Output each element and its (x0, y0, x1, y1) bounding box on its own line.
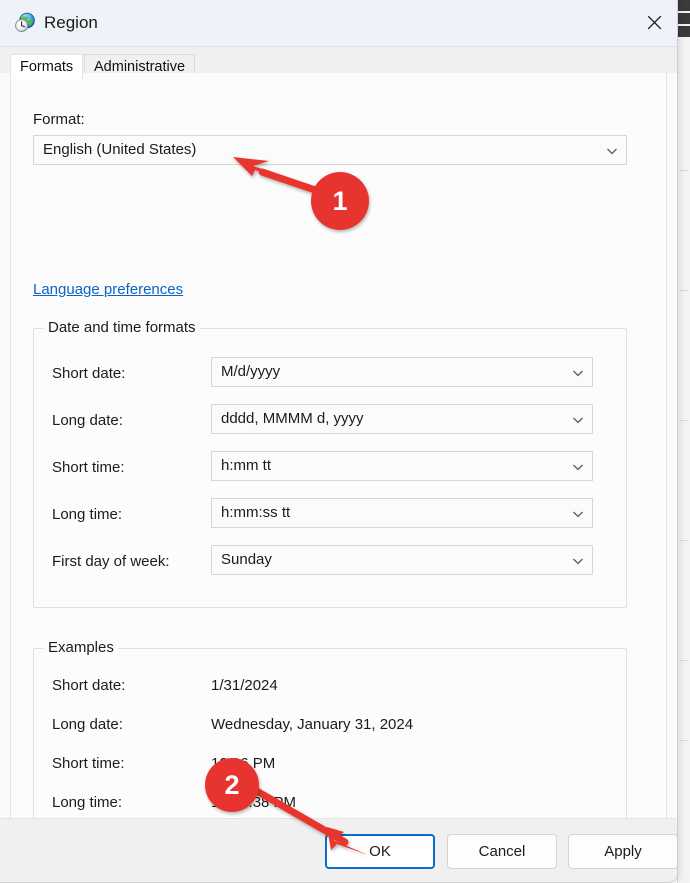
first-day-of-week-label: First day of week: (52, 553, 170, 570)
long-time-label: Long time: (52, 506, 122, 523)
background-window-divider (680, 540, 688, 541)
close-icon[interactable] (631, 0, 677, 45)
formats-tab-page: Format: English (United States) Language… (10, 73, 667, 819)
language-preferences-link[interactable]: Language preferences (33, 281, 183, 298)
window-title: Region (44, 12, 98, 34)
format-combobox-value: English (United States) (43, 136, 196, 164)
title-bar: Region (0, 0, 677, 47)
format-label: Format: (33, 111, 85, 128)
short-time-combobox[interactable]: h:mm tt (211, 451, 593, 481)
background-window-divider (680, 420, 688, 421)
example-long-date-label: Long date: (52, 716, 123, 733)
chevron-down-icon (572, 460, 584, 472)
background-window-titlebar (678, 0, 690, 11)
background-window-divider (680, 740, 688, 741)
short-date-value: M/d/yyyy (221, 358, 280, 386)
long-time-value: h:mm:ss tt (221, 499, 290, 527)
tab-strip: Formats Administrative (0, 47, 677, 73)
background-window-edge (677, 0, 690, 883)
example-short-time-value: 12:06 PM (211, 755, 275, 772)
example-short-date-value: 1/31/2024 (211, 677, 278, 694)
tab-formats[interactable]: Formats (10, 54, 83, 80)
short-date-label: Short date: (52, 365, 125, 382)
background-window-divider (680, 660, 688, 661)
examples-group-title: Examples (44, 639, 118, 656)
short-time-value: h:mm tt (221, 452, 271, 480)
long-date-combobox[interactable]: dddd, MMMM d, yyyy (211, 404, 593, 434)
example-long-time-value: 12:06:38 PM (211, 794, 296, 811)
long-time-combobox[interactable]: h:mm:ss tt (211, 498, 593, 528)
chevron-down-icon (606, 144, 618, 156)
apply-button[interactable]: Apply (568, 834, 678, 869)
short-time-label: Short time: (52, 459, 125, 476)
first-day-of-week-combobox[interactable]: Sunday (211, 545, 593, 575)
format-combobox[interactable]: English (United States) (33, 135, 627, 165)
examples-group: Examples Short date: 1/31/2024 Long date… (33, 648, 627, 820)
background-window-divider (680, 170, 688, 171)
globe-clock-icon (14, 12, 36, 34)
date-time-formats-group-title: Date and time formats (44, 319, 200, 336)
first-day-of-week-value: Sunday (221, 546, 272, 574)
chevron-down-icon (572, 507, 584, 519)
background-window-titlebar (678, 13, 690, 24)
cancel-button[interactable]: Cancel (447, 834, 557, 869)
example-long-date-value: Wednesday, January 31, 2024 (211, 716, 413, 733)
short-date-combobox[interactable]: M/d/yyyy (211, 357, 593, 387)
background-window-titlebar (678, 26, 690, 37)
long-date-value: dddd, MMMM d, yyyy (221, 405, 364, 433)
date-time-formats-group: Date and time formats Short date: M/d/yy… (33, 328, 627, 608)
region-dialog: Region Formats Administrative Format: En… (0, 0, 678, 883)
long-date-label: Long date: (52, 412, 123, 429)
background-window-divider (680, 290, 688, 291)
chevron-down-icon (572, 413, 584, 425)
chevron-down-icon (572, 366, 584, 378)
dialog-command-bar: OK Cancel Apply (0, 818, 677, 882)
example-short-date-label: Short date: (52, 677, 125, 694)
example-short-time-label: Short time: (52, 755, 125, 772)
ok-button[interactable]: OK (325, 834, 435, 869)
chevron-down-icon (572, 554, 584, 566)
example-long-time-label: Long time: (52, 794, 122, 811)
